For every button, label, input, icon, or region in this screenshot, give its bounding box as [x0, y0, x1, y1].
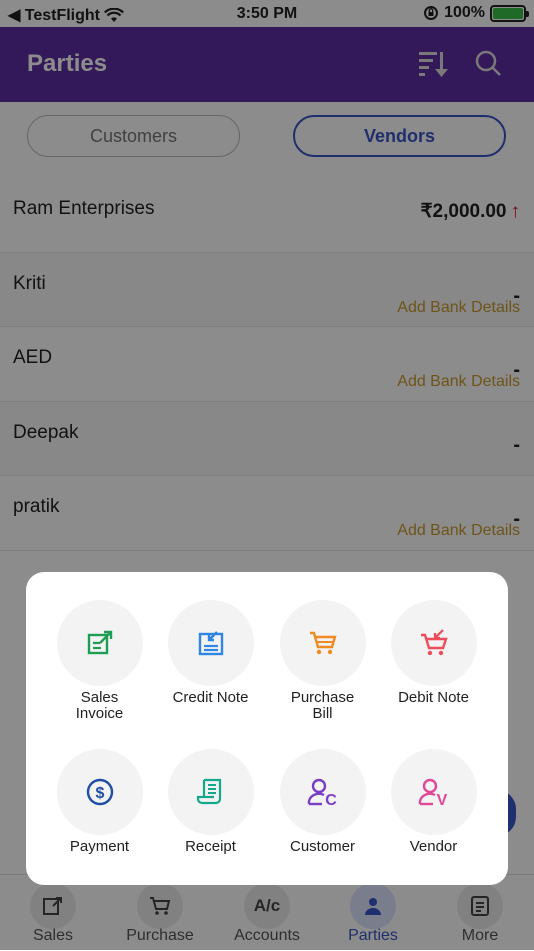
action-label: Vendor — [409, 838, 458, 855]
action-label: Customer — [289, 838, 356, 855]
credit-note-action[interactable]: Credit Note — [155, 600, 266, 706]
debit-note-icon — [420, 629, 448, 656]
payment-action[interactable]: $ Payment — [44, 749, 155, 855]
action-label: Receipt — [185, 838, 236, 855]
action-label: Debit Note — [398, 689, 469, 706]
sales-invoice-action[interactable]: Sales Invoice — [44, 600, 155, 722]
purchase-bill-action[interactable]: Purchase Bill — [267, 600, 378, 722]
receipt-action[interactable]: Receipt — [155, 749, 266, 855]
action-label: Payment — [69, 838, 130, 855]
credit-note-icon — [198, 631, 223, 656]
customer-action[interactable]: C Customer — [267, 749, 378, 855]
svg-text:$: $ — [95, 785, 104, 802]
receipt-icon — [196, 778, 221, 805]
purchase-bill-icon — [309, 631, 337, 655]
vendor-icon: V — [418, 778, 447, 807]
quick-actions-sheet: Sales Invoice Credit Note Purchase Bill — [26, 572, 508, 885]
customer-icon: C — [307, 778, 337, 807]
sales-invoice-icon — [87, 630, 112, 655]
action-label: Purchase Bill — [290, 689, 355, 722]
svg-text:C: C — [325, 792, 337, 807]
svg-text:V: V — [436, 792, 447, 807]
action-label: Credit Note — [172, 689, 249, 706]
payment-icon: $ — [86, 778, 113, 806]
debit-note-action[interactable]: Debit Note — [378, 600, 489, 706]
vendor-action[interactable]: V Vendor — [378, 749, 489, 855]
action-label: Sales Invoice — [75, 689, 124, 722]
